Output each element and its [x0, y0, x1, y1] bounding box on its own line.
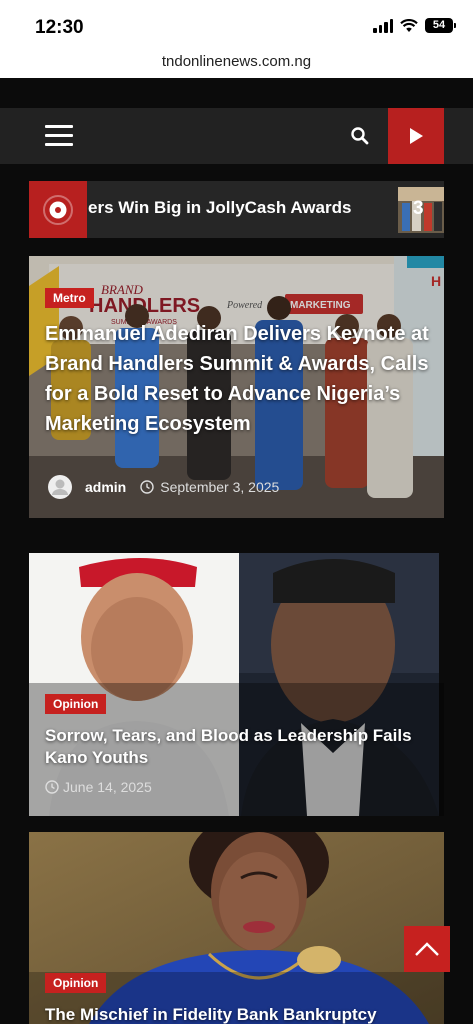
browser-url-bar[interactable]: tndonlinenews.com.ng: [0, 50, 473, 78]
article-title[interactable]: The Mischief in Fidelity Bank Bankruptcy: [45, 1004, 437, 1024]
wifi-icon: [400, 18, 418, 32]
article-meta: admin September 3, 2025: [47, 474, 279, 500]
page-top-spacer: [0, 78, 473, 108]
clock-icon: [45, 780, 59, 794]
site-header: [0, 108, 473, 164]
battery-indicator: 54: [425, 18, 456, 33]
category-badge[interactable]: Opinion: [45, 694, 107, 714]
ticker-counter: 3: [413, 198, 424, 219]
status-time: 12:30: [35, 17, 84, 38]
play-button[interactable]: [388, 108, 444, 164]
ticker-headline[interactable]: ers Win Big in JollyCash Awards: [88, 198, 351, 218]
status-icons: 54: [373, 18, 456, 33]
article-image-3: [29, 832, 444, 1024]
menu-icon[interactable]: [45, 125, 73, 147]
author-name[interactable]: admin: [85, 479, 126, 495]
arrow-up-icon: [415, 942, 439, 956]
search-icon[interactable]: [350, 126, 370, 146]
category-badge[interactable]: Metro: [45, 288, 94, 308]
article-title[interactable]: Emmanuel Adediran Delivers Keynote at Br…: [45, 319, 437, 439]
status-bar: 12:30 54: [0, 0, 473, 50]
category-badge[interactable]: Opinion: [45, 973, 107, 993]
signal-icon: [373, 18, 393, 33]
scroll-to-top-button[interactable]: [404, 926, 450, 972]
play-icon: [410, 128, 423, 144]
article-image-2: [29, 553, 444, 816]
article-card-2[interactable]: Opinion Sorrow, Tears, and Blood as Lead…: [29, 553, 444, 816]
article-date: June 14, 2025: [63, 779, 152, 795]
article-title[interactable]: Sorrow, Tears, and Blood as Leadership F…: [45, 725, 437, 769]
article-meta: June 14, 2025: [45, 779, 152, 795]
breaking-news-ticker[interactable]: ers Win Big in JollyCash Awards 3: [29, 181, 444, 238]
article-card-1[interactable]: BRAND HANDLERS SUMMIT & AWARDS Powered M…: [29, 256, 444, 518]
user-avatar-icon: [48, 475, 72, 499]
live-radio-icon: [29, 181, 87, 238]
clock-icon: [140, 480, 154, 494]
article-date: September 3, 2025: [160, 479, 280, 495]
article-card-3[interactable]: Opinion The Mischief in Fidelity Bank Ba…: [29, 832, 444, 1024]
